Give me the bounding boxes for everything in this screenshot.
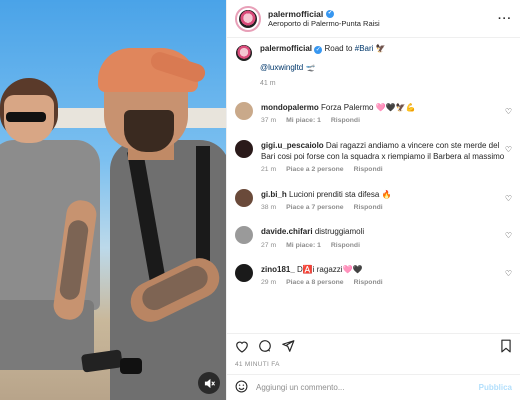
share-paper-plane-icon[interactable] bbox=[281, 339, 295, 356]
comment-text: D🅰️i ragazzi🩷🖤 bbox=[297, 265, 363, 275]
post-action-bar bbox=[227, 333, 520, 361]
comment-username[interactable]: mondopalermo bbox=[261, 103, 319, 112]
comment-input[interactable] bbox=[256, 383, 479, 392]
comment-time: 38 m bbox=[261, 203, 277, 211]
photo-player-right-beard bbox=[124, 110, 174, 152]
comment-item: mondopalermo Forza Palermo 🩷🖤🦅💪 37 m Mi … bbox=[235, 102, 512, 126]
caption-hashtag[interactable]: #Bari bbox=[355, 44, 374, 53]
muted-audio-icon[interactable] bbox=[198, 372, 220, 394]
header-username-row: palermofficial ✓ bbox=[268, 9, 380, 20]
comment-item: zino181_ D🅰️i ragazzi🩷🖤 29 m Piace a 8 p… bbox=[235, 264, 512, 288]
comment-meta: 27 m Mi piace: 1 Rispondi bbox=[261, 241, 507, 251]
post-caption: palermofficial ✓ Road to #Bari 🦅 @luxwin… bbox=[235, 44, 512, 88]
comment-likes[interactable]: Piace a 8 persone bbox=[286, 278, 343, 288]
save-bookmark-icon bbox=[501, 339, 511, 353]
comment-likes[interactable]: Piace a 7 persone bbox=[286, 203, 343, 213]
comment-body: zino181_ D🅰️i ragazzi🩷🖤 29 m Piace a 8 p… bbox=[261, 264, 507, 288]
reply-button[interactable]: Rispondi bbox=[331, 116, 360, 126]
verified-badge-icon: ✓ bbox=[326, 9, 335, 18]
post-timestamp: 41 MINUTI FA bbox=[235, 361, 280, 368]
caption-line-1: palermofficial ✓ Road to #Bari 🦅 bbox=[260, 44, 386, 55]
comment-text: Lucioni prenditi sta difesa 🔥 bbox=[289, 189, 392, 199]
publish-button[interactable]: Pubblica bbox=[479, 383, 512, 392]
caption-avatar[interactable] bbox=[235, 44, 253, 62]
more-dots-icon[interactable]: ··· bbox=[498, 13, 512, 25]
comment-username[interactable]: gigi.u_pescaiolo bbox=[261, 141, 324, 150]
header-text: palermofficial ✓ Aeroporto di Palermo-Pu… bbox=[268, 9, 380, 29]
comment-likes[interactable]: Mi piace: 1 bbox=[286, 116, 321, 126]
comment-item: gi.bi_h Lucioni prenditi sta difesa 🔥 38… bbox=[235, 188, 512, 213]
verified-badge-icon: ✓ bbox=[314, 46, 323, 55]
comment-meta: 29 m Piace a 8 persone Rispondi bbox=[261, 278, 507, 288]
heart-outline-icon bbox=[236, 341, 248, 353]
palermo-logo-icon bbox=[239, 9, 257, 28]
comment-meta: 38 m Piace a 7 persone Rispondi bbox=[261, 203, 507, 213]
comment-username[interactable]: zino181_ bbox=[261, 265, 295, 274]
caption-username[interactable]: palermofficial bbox=[260, 44, 312, 53]
caption-text: Road to bbox=[324, 44, 353, 53]
comment-username[interactable]: gi.bi_h bbox=[261, 190, 287, 199]
post-photo[interactable] bbox=[0, 0, 226, 400]
comment-avatar[interactable] bbox=[235, 264, 253, 283]
comment-meta: 21 m Piace a 2 persone Rispondi bbox=[261, 165, 507, 175]
photo-player-left-sunglasses bbox=[6, 112, 46, 122]
add-comment-bar: Pubblica bbox=[227, 374, 520, 400]
caption-timestamp: 41 m bbox=[260, 79, 276, 87]
caption-mention-emoji: 🛫 bbox=[305, 62, 316, 72]
post-location[interactable]: Aeroporto di Palermo-Punta Raisi bbox=[268, 19, 380, 28]
post-side-panel: palermofficial ✓ Aeroporto di Palermo-Pu… bbox=[226, 0, 520, 400]
palermo-logo-icon bbox=[236, 45, 252, 61]
comment-avatar[interactable] bbox=[235, 226, 253, 245]
comment-time: 27 m bbox=[261, 241, 277, 249]
photo-watch bbox=[120, 358, 142, 374]
comment-avatar[interactable] bbox=[235, 102, 253, 121]
instagram-post-view: palermofficial ✓ Aeroporto di Palermo-Pu… bbox=[0, 0, 520, 400]
comment-body: gigi.u_pescaiolo Dai ragazzi andiamo a v… bbox=[261, 140, 507, 175]
comment-likes[interactable]: Piace a 2 persone bbox=[286, 165, 343, 175]
heart-icon[interactable]: ♡ bbox=[505, 269, 512, 278]
reply-button[interactable]: Rispondi bbox=[354, 165, 383, 175]
comment-item: davide.chifari distruggiamoli 27 m Mi pi… bbox=[235, 226, 512, 250]
heart-icon[interactable]: ♡ bbox=[505, 145, 512, 154]
paper-plane-icon bbox=[282, 340, 295, 352]
reply-button[interactable]: Rispondi bbox=[354, 203, 383, 213]
comment-avatar[interactable] bbox=[235, 188, 253, 207]
caption-line-2: @luxwingltd 🛫 bbox=[260, 63, 386, 74]
post-header: palermofficial ✓ Aeroporto di Palermo-Pu… bbox=[227, 0, 520, 38]
heart-icon[interactable]: ♡ bbox=[505, 107, 512, 116]
comment-avatar[interactable] bbox=[235, 139, 253, 158]
comment-body: gi.bi_h Lucioni prenditi sta difesa 🔥 38… bbox=[261, 189, 507, 213]
comment-bubble-icon[interactable] bbox=[258, 339, 272, 356]
caption-body: palermofficial ✓ Road to #Bari 🦅 @luxwin… bbox=[260, 44, 386, 88]
bookmark-icon[interactable] bbox=[500, 339, 512, 356]
comment-text: distruggiamoli bbox=[314, 227, 365, 237]
heart-icon[interactable]: ♡ bbox=[505, 194, 512, 203]
header-username[interactable]: palermofficial bbox=[268, 9, 323, 20]
heart-icon[interactable]: ♡ bbox=[505, 231, 512, 240]
comments-list[interactable]: palermofficial ✓ Road to #Bari 🦅 @luxwin… bbox=[227, 38, 520, 333]
smiley-face-icon bbox=[235, 380, 248, 392]
like-heart-icon[interactable] bbox=[235, 340, 249, 356]
caption-emoji: 🦅 bbox=[375, 44, 386, 53]
emoji-smile-icon[interactable] bbox=[235, 380, 248, 396]
comment-username[interactable]: davide.chifari bbox=[261, 227, 313, 236]
comment-item: gigi.u_pescaiolo Dai ragazzi andiamo a v… bbox=[235, 139, 512, 175]
photo-backpack-strap-2 bbox=[196, 146, 210, 266]
comment-text: Forza Palermo 🩷🖤🦅💪 bbox=[321, 103, 416, 113]
reply-button[interactable]: Rispondi bbox=[354, 278, 383, 288]
comment-meta: 37 m Mi piace: 1 Rispondi bbox=[261, 116, 507, 126]
comment-time: 21 m bbox=[261, 166, 277, 174]
comment-body: davide.chifari distruggiamoli 27 m Mi pi… bbox=[261, 226, 507, 250]
caption-mention[interactable]: @luxwingltd bbox=[260, 63, 303, 72]
reply-button[interactable]: Rispondi bbox=[331, 241, 360, 251]
comment-likes[interactable]: Mi piace: 1 bbox=[286, 241, 321, 251]
comment-time: 37 m bbox=[261, 117, 277, 125]
comment-body: mondopalermo Forza Palermo 🩷🖤🦅💪 37 m Mi … bbox=[261, 102, 507, 126]
comment-time: 29 m bbox=[261, 279, 277, 287]
speaker-muted-icon bbox=[204, 378, 215, 388]
speech-bubble-icon bbox=[259, 340, 271, 352]
profile-avatar[interactable] bbox=[235, 5, 261, 32]
